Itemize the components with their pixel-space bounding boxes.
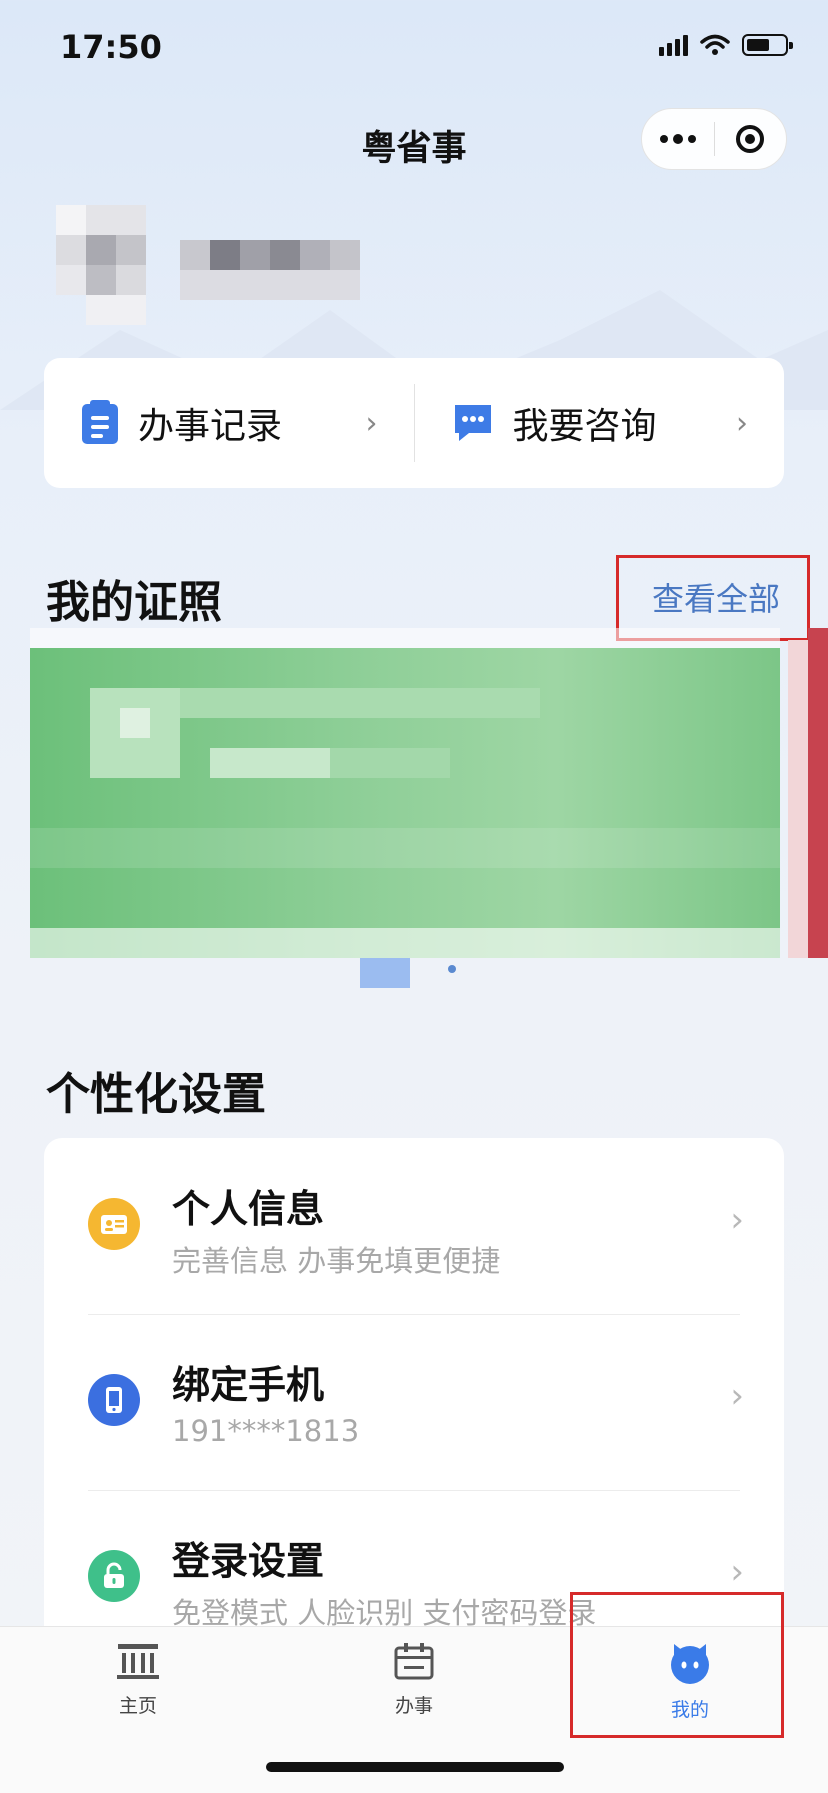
government-building-icon bbox=[117, 1644, 159, 1679]
tab-services[interactable]: 办事 bbox=[344, 1641, 484, 1718]
tab-home-label: 主页 bbox=[118, 1695, 157, 1717]
consult-label: 我要咨询 bbox=[512, 406, 657, 447]
certificate-card-obscured[interactable] bbox=[30, 648, 780, 958]
chevron-right-icon: › bbox=[730, 1376, 744, 1416]
login-settings-title: 登录设置 bbox=[172, 1539, 325, 1583]
clipboard-icon bbox=[82, 400, 118, 444]
id-card-icon bbox=[88, 1198, 140, 1250]
personal-info-subtitle: 完善信息 办事免填更便捷 bbox=[172, 1244, 501, 1278]
carousel-indicator-dot bbox=[448, 965, 456, 973]
chevron-right-icon: › bbox=[730, 1552, 744, 1592]
chevron-right-icon: › bbox=[365, 405, 378, 441]
bind-phone-title: 绑定手机 bbox=[172, 1363, 325, 1407]
target-icon bbox=[736, 125, 765, 153]
status-icons bbox=[659, 34, 793, 56]
close-miniprogram-button[interactable] bbox=[715, 109, 787, 169]
personal-info-row[interactable]: 个人信息 完善信息 办事免填更便捷 › bbox=[44, 1138, 784, 1314]
miniprogram-capsule bbox=[641, 108, 787, 170]
wifi-icon bbox=[700, 34, 730, 55]
certificates-title: 我的证照 bbox=[46, 577, 222, 628]
calendar-icon bbox=[394, 1643, 434, 1680]
bind-phone-row[interactable]: 绑定手机 191****1813 › bbox=[44, 1314, 784, 1490]
phone-icon bbox=[88, 1374, 140, 1426]
service-records-label: 办事记录 bbox=[138, 406, 283, 447]
more-icon bbox=[659, 134, 696, 144]
quick-actions-card: 办事记录 › 我要咨询 › bbox=[44, 358, 784, 488]
personalization-title: 个性化设置 bbox=[46, 1069, 266, 1120]
settings-card: 个人信息 完善信息 办事免填更便捷 › 绑定手机 191****1813 › 登… bbox=[44, 1138, 784, 1638]
more-button[interactable] bbox=[642, 109, 714, 169]
bind-phone-subtitle: 191****1813 bbox=[172, 1414, 360, 1448]
home-indicator bbox=[266, 1762, 564, 1772]
lock-icon bbox=[88, 1550, 140, 1602]
consult-button[interactable]: 我要咨询 › bbox=[415, 358, 785, 488]
chat-bubble-icon bbox=[454, 405, 491, 441]
user-name-obscured bbox=[180, 240, 360, 300]
service-records-button[interactable]: 办事记录 › bbox=[44, 358, 414, 488]
pixel-artifact bbox=[360, 958, 410, 988]
certificate-bottom-strip bbox=[30, 928, 780, 958]
next-certificate-peek-pale bbox=[788, 640, 808, 958]
status-time: 17:50 bbox=[60, 28, 162, 66]
personal-info-title: 个人信息 bbox=[172, 1187, 325, 1231]
tab-home[interactable]: 主页 bbox=[68, 1641, 208, 1718]
tab-services-label: 办事 bbox=[394, 1695, 433, 1717]
chevron-right-icon: › bbox=[736, 405, 748, 441]
highlight-box-mine-tab bbox=[570, 1592, 784, 1738]
battery-icon bbox=[742, 34, 793, 56]
signal-icon bbox=[659, 34, 688, 56]
chevron-right-icon: › bbox=[730, 1200, 744, 1240]
next-certificate-peek bbox=[808, 628, 828, 958]
